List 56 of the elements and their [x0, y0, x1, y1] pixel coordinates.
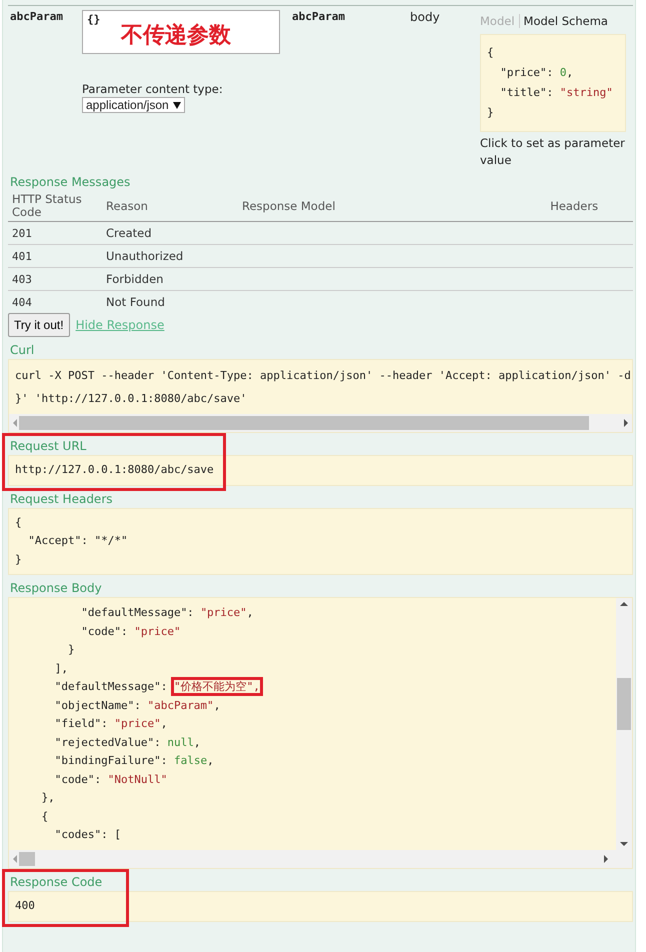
- dropdown-icon: [172, 102, 181, 108]
- code-line: },: [40, 790, 56, 806]
- vertical-scrollbar[interactable]: [616, 598, 632, 850]
- table-cell: Unauthorized: [106, 249, 184, 263]
- code-line: "defaultMessage": "价格不能为空",: [15, 678, 610, 696]
- code-line: "defaultMessage": "price",: [80, 605, 254, 621]
- column-header: Response Model: [242, 198, 336, 212]
- value-textarea[interactable]: {} 不传递参数: [82, 10, 280, 54]
- code-line: "rejectedValue": null,: [54, 734, 202, 750]
- code-line: http://127.0.0.1:8080/abc/save: [15, 462, 215, 478]
- parameter-type: body: [410, 10, 441, 26]
- horizontal-scrollbar[interactable]: [9, 850, 632, 868]
- section-title: Curl: [9, 342, 34, 359]
- try-button[interactable]: Try it out!: [8, 313, 70, 337]
- table-cell: Forbidden: [106, 272, 164, 286]
- horizontal-scrollbar[interactable]: [9, 414, 632, 432]
- column-header: HTTP Status Code: [12, 192, 82, 219]
- content-type-select[interactable]: application/json: [82, 97, 185, 113]
- code-line: 400: [15, 898, 36, 914]
- table-cell: 404: [12, 296, 32, 308]
- code-line: }: [66, 642, 76, 658]
- section-title: Response Body: [9, 580, 102, 597]
- code-line: }: [487, 105, 495, 121]
- code-line: "code": "NotNull": [54, 772, 168, 788]
- table-cell: 403: [12, 272, 32, 286]
- code-line: {: [40, 808, 50, 824]
- section-title: Response Code: [9, 874, 102, 891]
- annotation-text: 不传递参数: [121, 22, 231, 50]
- table-cell: 401: [12, 250, 32, 262]
- table-cell: Not Found: [106, 295, 165, 309]
- table-cell: 201: [12, 226, 32, 240]
- section-title: Request URL: [9, 438, 86, 455]
- model-tab[interactable]: Model Schema: [518, 14, 612, 28]
- schema-hint: Click to set as parameter value: [480, 135, 626, 169]
- section-title: Response Messages: [9, 174, 130, 191]
- code-line: "Accept": "*/*": [27, 533, 129, 549]
- column-header: Reason: [106, 198, 148, 212]
- code-line: {: [487, 45, 495, 61]
- code-line: ],: [54, 660, 69, 676]
- table-cell: Created: [106, 226, 152, 240]
- code-line: "bindingFailure": false,: [54, 753, 215, 769]
- code-line: "title": "string": [499, 85, 614, 101]
- code-line: "field": "price",: [54, 716, 168, 732]
- code-line: "code": "price": [80, 624, 182, 640]
- code-line: "objectName": "abcParam",: [54, 698, 222, 714]
- content-type-label: Parameter content type:: [82, 82, 223, 96]
- parameter-name: abcParam: [9, 10, 64, 25]
- code-line: }' 'http://127.0.0.1:8080/abc/save': [15, 391, 248, 407]
- column-header: Headers: [550, 198, 598, 212]
- section-title: Request Headers: [9, 490, 113, 508]
- parameter-name: abcParam: [291, 10, 346, 25]
- code-line: }: [15, 552, 23, 568]
- code-line: {: [15, 514, 23, 530]
- model-schema[interactable]: { "price": 0, "title": "string" }: [480, 34, 626, 132]
- code-line: "codes": [: [54, 827, 122, 843]
- code-line: "price": 0,: [499, 65, 574, 81]
